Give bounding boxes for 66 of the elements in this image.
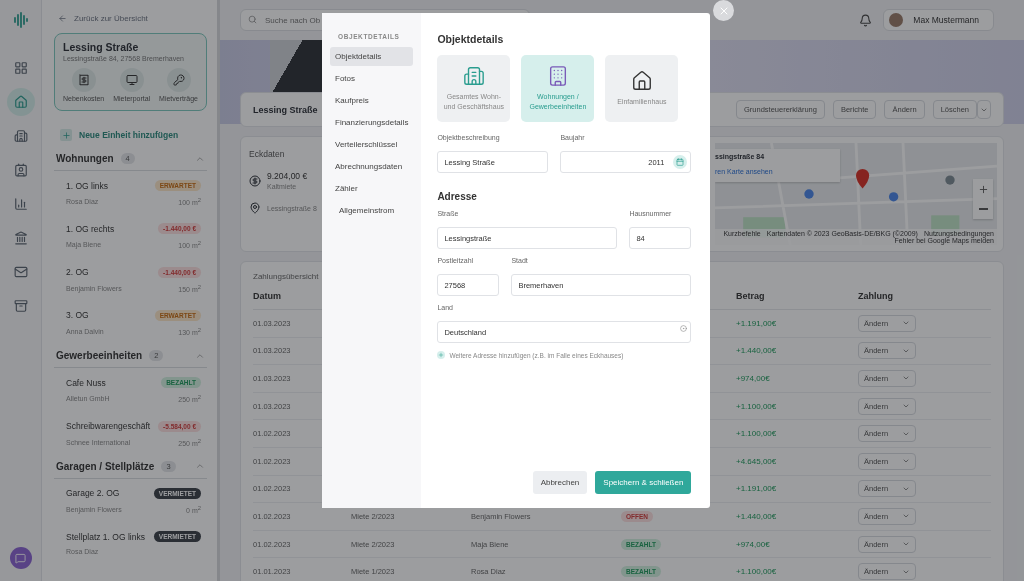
amount-cell: +974,00€ bbox=[736, 539, 770, 549]
property-title: Lessing Straße bbox=[253, 104, 318, 115]
chat-button[interactable] bbox=[9, 547, 32, 569]
logo-icon bbox=[12, 12, 29, 28]
card-title: Eckdaten bbox=[249, 149, 285, 159]
amount-cell: +4.645,00€ bbox=[736, 456, 777, 466]
buildings-icon bbox=[13, 129, 28, 143]
pin-icon bbox=[249, 202, 261, 214]
plus-icon bbox=[437, 351, 446, 359]
nav-item[interactable]: Zähler bbox=[330, 179, 414, 198]
card-title: Zahlungsübersicht bbox=[253, 272, 319, 281]
arrow-left-icon bbox=[58, 14, 67, 23]
zoom-out-button[interactable] bbox=[973, 199, 993, 219]
receipt-icon bbox=[71, 68, 96, 92]
amount-cell: +974,00€ bbox=[736, 374, 770, 383]
group-title: Garagen / Stellplätze bbox=[56, 460, 155, 472]
contact-card-icon bbox=[13, 163, 28, 177]
nav-button[interactable] bbox=[6, 88, 35, 116]
dot-icon bbox=[680, 325, 688, 332]
column-header: Betrag bbox=[736, 281, 858, 310]
nav-item[interactable]: Allgemeinstrom bbox=[334, 201, 414, 220]
mail-icon bbox=[13, 265, 28, 279]
grid-icon bbox=[13, 61, 28, 75]
amount-cell: +1.440,00€ bbox=[736, 346, 777, 356]
property-name: Lessing Straße bbox=[63, 41, 140, 53]
amount-cell: +1.100,00€ bbox=[736, 401, 777, 411]
nav-item[interactable]: Fotos bbox=[330, 69, 414, 88]
column-header: Zahlung bbox=[858, 281, 991, 310]
nav-item[interactable]: Finanzierungsdetails bbox=[330, 113, 414, 132]
avatar bbox=[889, 13, 904, 27]
nav-item[interactable]: Verteilerschlüssel bbox=[330, 135, 414, 154]
nav-item[interactable]: Objektdetails bbox=[330, 47, 414, 66]
search-icon bbox=[248, 15, 257, 24]
amount-cell: +1.100,00€ bbox=[736, 567, 777, 577]
plus-icon bbox=[60, 129, 72, 141]
amount-cell: +1.100,00€ bbox=[736, 429, 777, 439]
home-icon bbox=[13, 95, 28, 109]
monitor-icon bbox=[119, 68, 144, 92]
key-icon bbox=[166, 68, 191, 92]
minus-icon bbox=[978, 208, 988, 210]
amount-cell: +1.191,00€ bbox=[736, 484, 777, 494]
chat-icon bbox=[15, 552, 26, 564]
coin-icon bbox=[249, 174, 261, 187]
add-unit-link[interactable]: Neue Einheit hinzufügen bbox=[60, 129, 207, 141]
calendar-icon bbox=[676, 158, 685, 166]
group-title: Gewerbeeinheiten bbox=[56, 350, 143, 362]
zoom-in-button[interactable] bbox=[973, 179, 993, 199]
group-title: Wohnungen bbox=[56, 153, 114, 164]
nav-item[interactable]: Kaufpreis bbox=[330, 91, 414, 110]
archive-icon bbox=[13, 299, 28, 313]
house-icon bbox=[630, 69, 653, 92]
amount-cell: +1.191,00€ bbox=[736, 318, 777, 328]
amount-cell: +1.440,00€ bbox=[736, 511, 777, 521]
bell-icon bbox=[858, 13, 872, 27]
plus-icon bbox=[977, 183, 989, 195]
nav-item[interactable]: Abrechnungsdaten bbox=[330, 157, 414, 176]
bar-chart-icon bbox=[13, 197, 28, 211]
office-building-icon bbox=[462, 64, 485, 87]
bank-icon bbox=[13, 231, 28, 245]
cancel-button[interactable]: Abbrechen bbox=[532, 471, 588, 494]
dialog-title: Objektdetails bbox=[437, 33, 505, 45]
save-button[interactable]: Speichern & schließen bbox=[595, 471, 692, 494]
back-link[interactable]: Zurück zur Übersicht bbox=[58, 14, 207, 23]
user-menu[interactable]: Max Mustermann bbox=[883, 9, 994, 31]
section-title: Adresse bbox=[437, 191, 478, 202]
rent-amount: 9.204,00 € bbox=[267, 171, 308, 181]
